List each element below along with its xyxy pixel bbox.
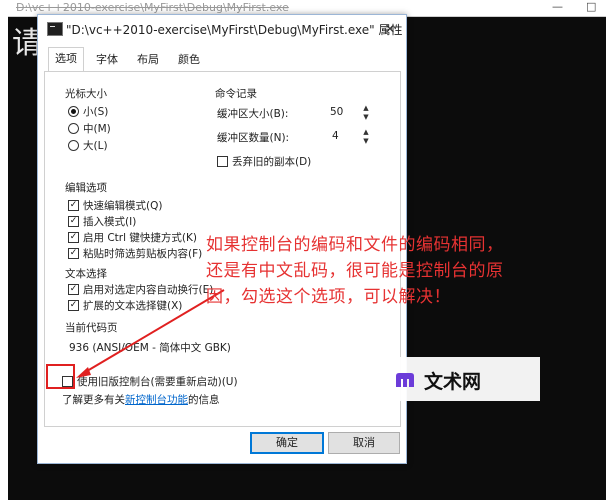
tab-layout[interactable]: 布局 bbox=[131, 49, 165, 71]
maximize-icon[interactable]: □ bbox=[586, 0, 596, 13]
discard-old-checkbox[interactable] bbox=[217, 156, 228, 167]
extended-keys-label: 扩展的文本选择键(X) bbox=[83, 300, 183, 312]
buffer-count-label: 缓冲区数量(N): bbox=[217, 132, 290, 144]
annotation-line: 如果控制台的编码和文件的编码相同， bbox=[206, 235, 504, 255]
annotation-text: 如果控制台的编码和文件的编码相同， 还是有中文乱码，很可能是控制台的原 因，勾选… bbox=[206, 232, 582, 310]
learn-more-suffix: 的信息 bbox=[188, 394, 220, 406]
tab-options[interactable]: 选项 bbox=[48, 47, 84, 72]
buffer-size-value[interactable]: 50 bbox=[330, 106, 343, 118]
watermark: 文术网 bbox=[384, 357, 540, 401]
tab-font[interactable]: 字体 bbox=[90, 49, 124, 71]
cursor-medium-label: 中(M) bbox=[83, 123, 111, 135]
watermark-text: 文术网 bbox=[424, 371, 482, 393]
quick-edit-label: 快速编辑模式(Q) bbox=[83, 200, 163, 212]
codepage-heading: 当前代码页 bbox=[65, 322, 118, 334]
learn-more-text: 了解更多有关新控制台功能的信息 bbox=[62, 392, 220, 407]
learn-more-prefix: 了解更多有关 bbox=[62, 394, 125, 406]
cursor-small-radio[interactable] bbox=[68, 106, 79, 117]
edit-options-heading: 编辑选项 bbox=[65, 182, 107, 194]
codepage-value: 936 (ANSI/OEM - 简体中文 GBK) bbox=[69, 342, 231, 354]
discard-old-label: 丢弃旧的副本(D) bbox=[232, 156, 312, 168]
cancel-button[interactable]: 取消 bbox=[328, 432, 400, 454]
new-console-features-link[interactable]: 新控制台功能 bbox=[125, 394, 188, 406]
ctrl-shortcuts-checkbox[interactable]: ✓ bbox=[68, 232, 79, 243]
buffer-size-label: 缓冲区大小(B): bbox=[217, 108, 289, 120]
dialog-title: "D:\vc++2010-exercise\MyFirst\Debug\MyFi… bbox=[66, 23, 403, 37]
console-app-icon bbox=[47, 22, 63, 36]
dialog-titlebar: "D:\vc++2010-exercise\MyFirst\Debug\MyFi… bbox=[38, 15, 406, 43]
close-icon[interactable]: × bbox=[380, 19, 400, 39]
ok-button[interactable]: 确定 bbox=[250, 432, 324, 454]
cursor-large-radio[interactable] bbox=[68, 140, 79, 151]
cursor-small-label: 小(S) bbox=[83, 106, 109, 118]
console-title: D:\vc++2010-exercise\MyFirst\Debug\MyFir… bbox=[16, 1, 289, 14]
buffer-count-spinner[interactable]: ▲ ▼ bbox=[362, 128, 370, 146]
line-wrap-checkbox[interactable]: ✓ bbox=[68, 284, 79, 295]
annotation-line: 因，勾选这个选项，可以解决！ bbox=[206, 287, 451, 307]
legacy-console-label: 使用旧版控制台(需要重新启动)(U) bbox=[77, 376, 238, 388]
annotation-line: 还是有中文乱码，很可能是控制台的原 bbox=[206, 261, 504, 281]
buffer-size-spinner[interactable]: ▲ ▼ bbox=[362, 104, 370, 122]
line-wrap-label: 启用对选定内容自动换行(E) bbox=[83, 284, 214, 296]
cursor-large-label: 大(L) bbox=[83, 140, 108, 152]
minimize-icon[interactable]: — bbox=[552, 0, 563, 13]
watermark-logo-icon bbox=[396, 373, 414, 387]
extended-keys-checkbox[interactable]: ✓ bbox=[68, 300, 79, 311]
cursor-medium-radio[interactable] bbox=[68, 123, 79, 134]
filter-clipboard-label: 粘贴时筛选剪贴板内容(F) bbox=[83, 248, 203, 260]
quick-edit-checkbox[interactable]: ✓ bbox=[68, 200, 79, 211]
buffer-count-value[interactable]: 4 bbox=[332, 130, 339, 142]
insert-mode-label: 插入模式(I) bbox=[83, 216, 137, 228]
highlight-box bbox=[46, 364, 75, 389]
tab-colors[interactable]: 颜色 bbox=[172, 49, 206, 71]
text-selection-heading: 文本选择 bbox=[65, 268, 107, 280]
filter-clipboard-checkbox[interactable]: ✓ bbox=[68, 248, 79, 259]
cursor-size-heading: 光标大小 bbox=[65, 88, 107, 100]
ctrl-shortcuts-label: 启用 Ctrl 键快捷方式(K) bbox=[83, 232, 197, 244]
command-history-heading: 命令记录 bbox=[215, 88, 257, 100]
insert-mode-checkbox[interactable]: ✓ bbox=[68, 216, 79, 227]
